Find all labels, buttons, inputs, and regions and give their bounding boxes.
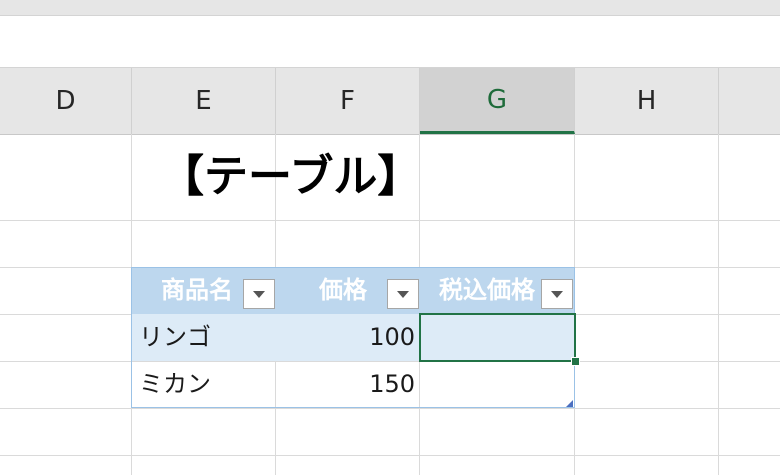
cell-price[interactable]: 100: [280, 314, 415, 361]
dropdown-arrow-icon: [397, 290, 409, 298]
column-header-bar: D E F G H: [0, 67, 780, 135]
formula-bar-area: [0, 16, 780, 67]
sheet-title: 【テーブル】: [160, 151, 422, 202]
header-price[interactable]: 価格: [319, 267, 389, 314]
column-header-e[interactable]: E: [132, 68, 276, 134]
cell-price[interactable]: 150: [280, 361, 415, 408]
cell-product-name[interactable]: リンゴ: [139, 314, 211, 361]
active-cell-selection[interactable]: [419, 313, 576, 362]
dropdown-arrow-icon: [551, 290, 563, 298]
dropdown-arrow-icon: [253, 290, 265, 298]
column-header-g[interactable]: G: [420, 68, 575, 134]
header-tax-price[interactable]: 税込価格: [439, 267, 551, 314]
column-header-f[interactable]: F: [276, 68, 420, 134]
cell-tax-price[interactable]: [425, 361, 570, 408]
fill-handle[interactable]: [571, 357, 580, 366]
ribbon-edge: [0, 0, 780, 16]
table-header-row: 商品名 価格 税込価格: [131, 267, 575, 314]
column-header-h[interactable]: H: [575, 68, 719, 134]
filter-button-price[interactable]: [387, 279, 419, 309]
filter-button-product-name[interactable]: [243, 279, 275, 309]
column-header-d[interactable]: D: [0, 68, 132, 134]
filter-button-tax-price[interactable]: [541, 279, 573, 309]
cell-product-name[interactable]: ミカン: [139, 361, 211, 408]
